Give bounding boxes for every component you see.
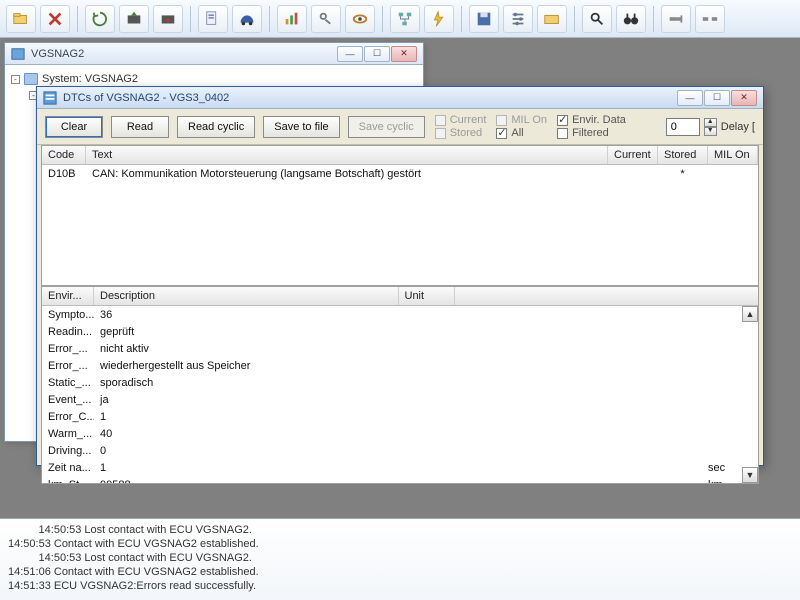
col-desc[interactable]: Description (94, 287, 399, 305)
table-row[interactable]: Error_...nicht aktiv (42, 340, 758, 357)
dtc-tbody: D10BCAN: Kommunikation Motorsteuerung (l… (42, 165, 758, 285)
log-body[interactable]: 14:50:53 Lost contact with ECU VGSNAG2.1… (0, 519, 800, 600)
col-current[interactable]: Current (608, 146, 658, 164)
dtc-min-button[interactable]: — (677, 90, 703, 106)
save-cyclic-button: Save cyclic (348, 116, 425, 138)
chk-current (435, 115, 446, 126)
dtc-table: Code Text Current Stored MIL On D10BCAN:… (41, 145, 759, 286)
tb-disk-out-icon[interactable] (119, 5, 149, 33)
log-line: 14:50:53 Contact with ECU VGSNAG2 establ… (8, 537, 792, 551)
log-panel: 14:50:53 Lost contact with ECU VGSNAG2.1… (0, 518, 800, 600)
dtc-title: DTCs of VGSNAG2 - VGS3_0402 (63, 92, 229, 104)
tree-titlebar[interactable]: VGSNAG2 — ☐ ✕ (5, 43, 423, 65)
col-unit[interactable]: Unit (399, 287, 455, 305)
col-stored[interactable]: Stored (658, 146, 708, 164)
dtc-max-button[interactable]: ☐ (704, 90, 730, 106)
dtc-close-button[interactable]: ✕ (731, 90, 757, 106)
table-row[interactable]: Warm_...40 (42, 425, 758, 442)
tb-cancel-icon[interactable] (40, 5, 70, 33)
tree-window-icon (11, 47, 25, 61)
dtc-thead: Code Text Current Stored MIL On (42, 146, 758, 165)
table-row[interactable]: Error_...wiederhergestellt aus Speicher (42, 357, 758, 374)
tb-connect-icon[interactable] (661, 5, 691, 33)
filter-group-1: Current Stored (435, 114, 487, 139)
table-row[interactable]: Static_...sporadisch (42, 374, 758, 391)
tree-root-label: System: VGSNAG2 (42, 73, 138, 85)
expand-toggle-icon[interactable]: - (11, 75, 20, 84)
col-code[interactable]: Code (42, 146, 86, 164)
tb-car-icon[interactable] (232, 5, 262, 33)
dtc-window: DTCs of VGSNAG2 - VGS3_0402 — ☐ ✕ Clear … (36, 86, 764, 466)
env-table: Envir... Description Unit Sympto...36Rea… (41, 286, 759, 484)
main-toolbar (0, 0, 800, 38)
system-icon (24, 73, 38, 85)
delay-up[interactable]: ▲ (704, 118, 717, 127)
chk-envir[interactable] (557, 115, 568, 126)
col-milon[interactable]: MIL On (708, 146, 758, 164)
dtc-titlebar[interactable]: DTCs of VGSNAG2 - VGS3_0402 — ☐ ✕ (37, 87, 763, 109)
tree-title: VGSNAG2 (31, 48, 84, 60)
delay-down[interactable]: ▼ (704, 127, 717, 136)
log-line: 14:50:53 Lost contact with ECU VGSNAG2. (8, 551, 792, 565)
scroll-down-icon[interactable]: ▼ (742, 467, 758, 483)
mdi-area: VGSNAG2 — ☐ ✕ - System: VGSNAG2 - - (0, 38, 800, 600)
save-button[interactable]: Save to file (263, 116, 339, 138)
tb-disconnect-icon[interactable] (695, 5, 725, 33)
dtc-toolbar: Clear Read Read cyclic Save to file Save… (37, 109, 763, 145)
table-row[interactable]: Readin...geprüft (42, 323, 758, 340)
env-tbody[interactable]: Sympto...36Readin...geprüftError_...nich… (42, 306, 758, 483)
tree-close-button[interactable]: ✕ (391, 46, 417, 62)
delay-group: ▲ ▼ Delay [ (666, 118, 755, 136)
chk-filtered[interactable] (557, 128, 568, 139)
tb-eye-icon[interactable] (345, 5, 375, 33)
delay-label: Delay [ (721, 121, 755, 133)
tb-folder2-icon[interactable] (537, 5, 567, 33)
env-thead: Envir... Description Unit (42, 287, 758, 306)
col-text[interactable]: Text (86, 146, 608, 164)
chk-milon (496, 115, 507, 126)
tb-sliders-icon[interactable] (503, 5, 533, 33)
tb-binoculars-icon[interactable] (616, 5, 646, 33)
log-line: 14:50:53 Lost contact with ECU VGSNAG2. (8, 523, 792, 537)
log-line: 14:51:06 Contact with ECU VGSNAG2 establ… (8, 565, 792, 579)
filter-group-2: MIL On All (496, 114, 547, 139)
table-row[interactable]: Sympto...36 (42, 306, 758, 323)
tb-report-icon[interactable] (198, 5, 228, 33)
tb-chart-icon[interactable] (277, 5, 307, 33)
tree-min-button[interactable]: — (337, 46, 363, 62)
log-line: 14:51:33 ECU VGSNAG2:Errors read success… (8, 579, 792, 593)
tree-root[interactable]: - System: VGSNAG2 (11, 71, 417, 87)
chk-all[interactable] (496, 128, 507, 139)
tb-network-icon[interactable] (390, 5, 420, 33)
read-cyclic-button[interactable]: Read cyclic (177, 116, 255, 138)
scroll-up-icon[interactable]: ▲ (742, 306, 758, 322)
table-row[interactable]: Error_C...1 (42, 408, 758, 425)
tb-find-icon[interactable] (582, 5, 612, 33)
tb-disk-in-icon[interactable] (153, 5, 183, 33)
tb-tools-icon[interactable] (311, 5, 341, 33)
delay-input[interactable] (666, 118, 700, 136)
table-row[interactable]: Driving...0 (42, 442, 758, 459)
tree-max-button[interactable]: ☐ (364, 46, 390, 62)
filter-group-3: Envir. Data Filtered (557, 114, 626, 139)
col-env[interactable]: Envir... (42, 287, 94, 305)
tb-flash-icon[interactable] (424, 5, 454, 33)
table-row[interactable]: D10BCAN: Kommunikation Motorsteuerung (l… (42, 165, 758, 182)
read-button[interactable]: Read (111, 116, 169, 138)
dtc-window-icon (43, 91, 57, 105)
tb-save-icon[interactable] (469, 5, 499, 33)
table-row[interactable]: Event_...ja (42, 391, 758, 408)
clear-button[interactable]: Clear (45, 116, 103, 138)
table-row[interactable]: km_St...90588km (42, 476, 758, 483)
table-row[interactable]: Zeit na...1sec (42, 459, 758, 476)
tb-open-icon[interactable] (6, 5, 36, 33)
chk-stored (435, 128, 446, 139)
tb-refresh-icon[interactable] (85, 5, 115, 33)
